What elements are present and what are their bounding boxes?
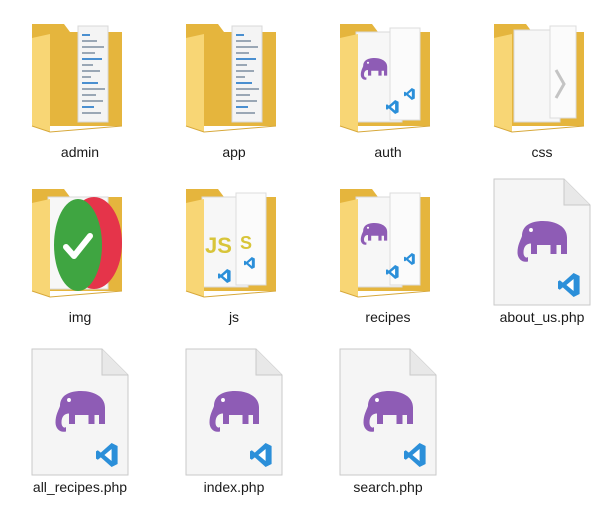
php-file-icon bbox=[172, 345, 296, 477]
item-label: all_recipes.php bbox=[32, 479, 128, 495]
folder-icon bbox=[480, 10, 596, 142]
file-item[interactable]: search.php bbox=[326, 345, 450, 515]
item-label: app bbox=[222, 144, 246, 160]
folder-item[interactable]: app bbox=[172, 10, 296, 180]
file-item[interactable]: about_us.php bbox=[480, 175, 596, 345]
item-label: auth bbox=[374, 144, 402, 160]
folder-icon bbox=[326, 10, 450, 142]
folder-item[interactable]: JS S js bbox=[172, 175, 296, 345]
folder-item[interactable]: auth bbox=[326, 10, 450, 180]
php-file-icon bbox=[18, 345, 142, 477]
folder-icon bbox=[326, 175, 450, 307]
folder-icon bbox=[18, 175, 142, 307]
folder-icon: JS S bbox=[172, 175, 296, 307]
file-item[interactable]: all_recipes.php bbox=[18, 345, 142, 515]
folder-icon bbox=[18, 10, 142, 142]
item-label: search.php bbox=[353, 479, 423, 495]
folder-item[interactable]: img bbox=[18, 175, 142, 345]
item-label: css bbox=[531, 144, 553, 160]
item-label: index.php bbox=[203, 479, 265, 495]
file-item[interactable]: index.php bbox=[172, 345, 296, 515]
php-file-icon bbox=[480, 175, 596, 307]
folder-item[interactable]: css bbox=[480, 10, 596, 180]
folder-item[interactable]: recipes bbox=[326, 175, 450, 345]
item-label: img bbox=[68, 309, 92, 325]
php-file-icon bbox=[326, 345, 450, 477]
item-label: recipes bbox=[365, 309, 411, 325]
item-label: admin bbox=[60, 144, 100, 160]
item-label: js bbox=[228, 309, 240, 325]
folder-icon bbox=[172, 10, 296, 142]
item-label: about_us.php bbox=[499, 309, 585, 325]
folder-item[interactable]: admin bbox=[18, 10, 142, 180]
